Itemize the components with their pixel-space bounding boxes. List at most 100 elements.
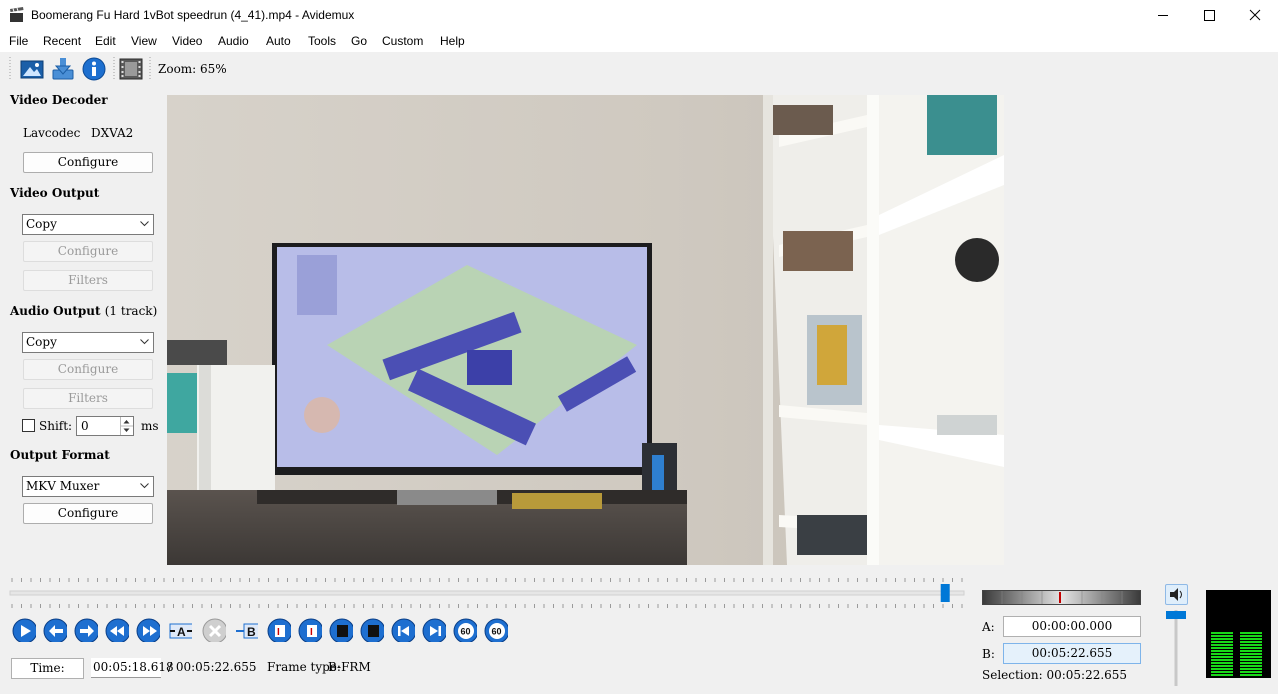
jog-shuttle-slider[interactable] bbox=[982, 590, 1142, 606]
audio-filters-button[interactable]: Filters bbox=[23, 388, 153, 409]
bottom-controls: A B I I 60 60 Time: 00:05:18.618 / 00:05… bbox=[0, 570, 1278, 694]
jog-indicator bbox=[1059, 592, 1061, 603]
meter-segment bbox=[1240, 632, 1262, 634]
toolbar: Zoom: 65% bbox=[0, 53, 1278, 85]
decoder-acceleration: DXVA2 bbox=[91, 126, 134, 140]
meter-segment bbox=[1240, 662, 1262, 664]
zoom-label: Zoom: 65% bbox=[158, 62, 227, 76]
clapperboard-icon bbox=[10, 7, 24, 22]
previous-black-frame-button[interactable] bbox=[329, 618, 353, 642]
menu-audio[interactable]: Audio bbox=[218, 34, 249, 48]
meter-segment bbox=[1211, 659, 1233, 661]
video-decoder-header: Video Decoder bbox=[10, 93, 108, 107]
shift-unit: ms bbox=[141, 419, 159, 433]
menu-go[interactable]: Go bbox=[351, 34, 367, 48]
video-filters-button[interactable]: Filters bbox=[23, 270, 153, 291]
mute-button[interactable] bbox=[1165, 584, 1188, 605]
close-button[interactable] bbox=[1232, 0, 1278, 31]
meter-right-channel bbox=[1240, 632, 1262, 676]
meter-segment bbox=[1211, 662, 1233, 664]
shift-label: Shift: bbox=[39, 419, 73, 433]
video-frame-image bbox=[167, 95, 1004, 565]
next-intra-button[interactable]: I bbox=[298, 618, 322, 642]
output-format-header: Output Format bbox=[10, 448, 110, 462]
timeline-slider[interactable] bbox=[0, 570, 975, 612]
audio-track-count: (1 track) bbox=[104, 304, 158, 318]
time-button[interactable]: Time: bbox=[11, 658, 84, 679]
maximize-button[interactable] bbox=[1186, 0, 1232, 31]
shift-checkbox[interactable] bbox=[22, 419, 35, 432]
delete-selection-button[interactable] bbox=[202, 618, 226, 642]
play-button[interactable] bbox=[12, 618, 36, 642]
video-configure-button[interactable]: Configure bbox=[23, 241, 153, 262]
save-video-button[interactable] bbox=[51, 57, 75, 81]
goto-end-button[interactable] bbox=[422, 618, 446, 642]
menu-recent[interactable]: Recent bbox=[43, 34, 81, 48]
meter-segment bbox=[1211, 635, 1233, 637]
preview-output-button[interactable] bbox=[119, 57, 143, 81]
decoder-name: Lavcodec bbox=[23, 126, 81, 140]
decoder-configure-button[interactable]: Configure bbox=[23, 152, 153, 173]
audio-configure-button[interactable]: Configure bbox=[23, 359, 153, 380]
next-keyframe-button[interactable] bbox=[136, 618, 160, 642]
meter-segment bbox=[1240, 647, 1262, 649]
speaker-icon bbox=[1170, 588, 1182, 601]
open-video-button[interactable] bbox=[20, 57, 44, 81]
meter-segment bbox=[1211, 638, 1233, 640]
goto-start-button[interactable] bbox=[391, 618, 415, 642]
menu-edit[interactable]: Edit bbox=[95, 34, 116, 48]
open-image-icon bbox=[20, 60, 44, 79]
previous-intra-button[interactable]: I bbox=[267, 618, 291, 642]
menu-tools[interactable]: Tools bbox=[308, 34, 336, 48]
forward-one-minute-button[interactable]: 60 bbox=[484, 618, 508, 642]
meter-segment bbox=[1211, 656, 1233, 658]
next-frame-button[interactable] bbox=[74, 618, 98, 642]
menu-bar: File Recent Edit View Video Audio Auto T… bbox=[0, 31, 1278, 52]
download-icon bbox=[52, 58, 74, 80]
muxer-select[interactable]: MKV Muxer bbox=[22, 476, 154, 497]
current-time-input[interactable]: 00:05:18.618 bbox=[91, 658, 174, 678]
volume-handle[interactable] bbox=[1166, 611, 1186, 619]
marker-b-time[interactable]: 00:05:22.655 bbox=[1003, 643, 1141, 664]
timeline-handle[interactable] bbox=[940, 584, 950, 602]
video-output-header: Video Output bbox=[10, 186, 100, 200]
previous-keyframe-button[interactable] bbox=[105, 618, 129, 642]
menu-auto[interactable]: Auto bbox=[266, 34, 291, 48]
toolbar-grip bbox=[9, 57, 11, 81]
meter-segment bbox=[1211, 674, 1233, 676]
set-marker-a-button[interactable]: A bbox=[168, 620, 192, 644]
meter-segment bbox=[1211, 653, 1233, 655]
meter-segment bbox=[1240, 641, 1262, 643]
marker-a-time[interactable]: 00:00:00.000 bbox=[1003, 616, 1141, 637]
menu-video[interactable]: Video bbox=[172, 34, 202, 48]
previous-frame-button[interactable] bbox=[43, 618, 67, 642]
meter-segment bbox=[1211, 668, 1233, 670]
properties-button[interactable] bbox=[82, 57, 106, 81]
menu-custom[interactable]: Custom bbox=[382, 34, 423, 48]
minimize-icon bbox=[1158, 15, 1168, 16]
volume-slider[interactable] bbox=[1164, 608, 1188, 688]
set-marker-b-button[interactable]: B bbox=[234, 620, 258, 644]
chevron-down-icon bbox=[140, 339, 149, 345]
close-icon bbox=[1249, 9, 1261, 21]
menu-file[interactable]: File bbox=[9, 34, 28, 48]
meter-segment bbox=[1211, 647, 1233, 649]
next-black-frame-button[interactable] bbox=[360, 618, 384, 642]
video-codec-select[interactable]: Copy bbox=[22, 214, 154, 235]
audio-level-meter bbox=[1206, 590, 1271, 678]
meter-segment bbox=[1211, 665, 1233, 667]
settings-panel: Video Decoder Lavcodec DXVA2 Configure V… bbox=[0, 88, 163, 568]
minimize-button[interactable] bbox=[1140, 0, 1186, 31]
black-frame-right-icon bbox=[368, 625, 379, 637]
muxer-configure-button[interactable]: Configure bbox=[23, 503, 153, 524]
meter-segment bbox=[1240, 656, 1262, 658]
marker-a-label: A: bbox=[982, 620, 995, 634]
toolbar-separator bbox=[113, 57, 115, 81]
audio-codec-select[interactable]: Copy bbox=[22, 332, 154, 353]
shift-spinbox[interactable]: 0 bbox=[76, 416, 134, 436]
shift-value: 0 bbox=[81, 419, 89, 433]
menu-view[interactable]: View bbox=[131, 34, 157, 48]
menu-help[interactable]: Help bbox=[440, 34, 465, 48]
back-one-minute-button[interactable]: 60 bbox=[453, 618, 477, 642]
spinner-arrows-icon[interactable] bbox=[120, 417, 133, 435]
